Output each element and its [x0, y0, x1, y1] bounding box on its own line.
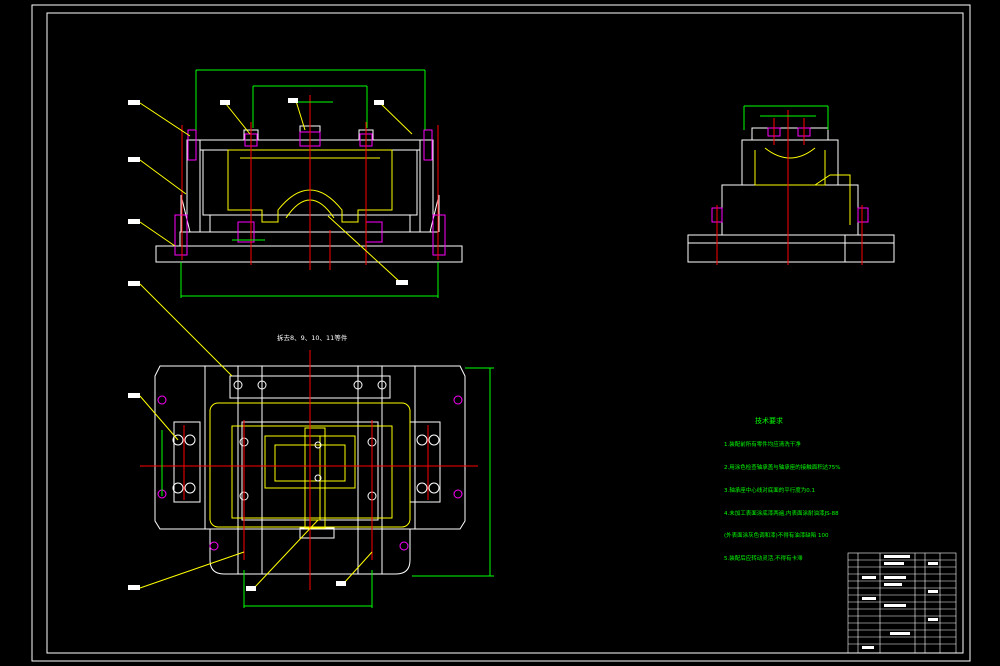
balloon-tag: [128, 393, 140, 398]
view-label: 拆去8、9、10、11等件: [277, 334, 348, 342]
balloon-tag: [288, 98, 298, 103]
balloon-tag: [220, 100, 230, 105]
side-view: [687, 105, 895, 265]
balloon-tag: [128, 585, 140, 590]
title-block: [847, 552, 957, 654]
balloon-tag: [336, 581, 346, 586]
balloon-tag: [396, 280, 408, 285]
front-view: [139, 69, 463, 298]
balloon-tag: [128, 100, 140, 105]
balloon-tag: [128, 157, 140, 162]
tech-notes: 1.装配前所有零件均应清洗干净 2.用涂色检查轴承盖与轴承座的接触面积达75% …: [724, 427, 840, 571]
balloon-tag: [128, 281, 140, 286]
tech-notes-title: 技术要求: [755, 417, 783, 425]
tech-note-line: 1.装配前所有零件均应清洗干净: [724, 442, 801, 449]
tech-note-line: 4.未加工表面涂底漆两遍,内表面涂耐油漆JS-88: [724, 510, 839, 517]
balloon-tag: [374, 100, 384, 105]
tech-note-line: 2.用涂色检查轴承盖与轴承座的接触面积达75%: [724, 464, 841, 471]
balloon-tag: [128, 219, 140, 224]
cad-drawing-canvas: [31, 4, 971, 662]
tech-note-line: 3.轴承座中心线对底面的平行度为0.1: [724, 487, 815, 494]
balloon-tag: [246, 586, 256, 591]
tech-note-line: (外表面涂灰色调和漆)不得有油漆缺陷 100: [724, 533, 829, 540]
tech-note-line: 5.装配后应转动灵活,不得有卡滞: [724, 556, 803, 563]
